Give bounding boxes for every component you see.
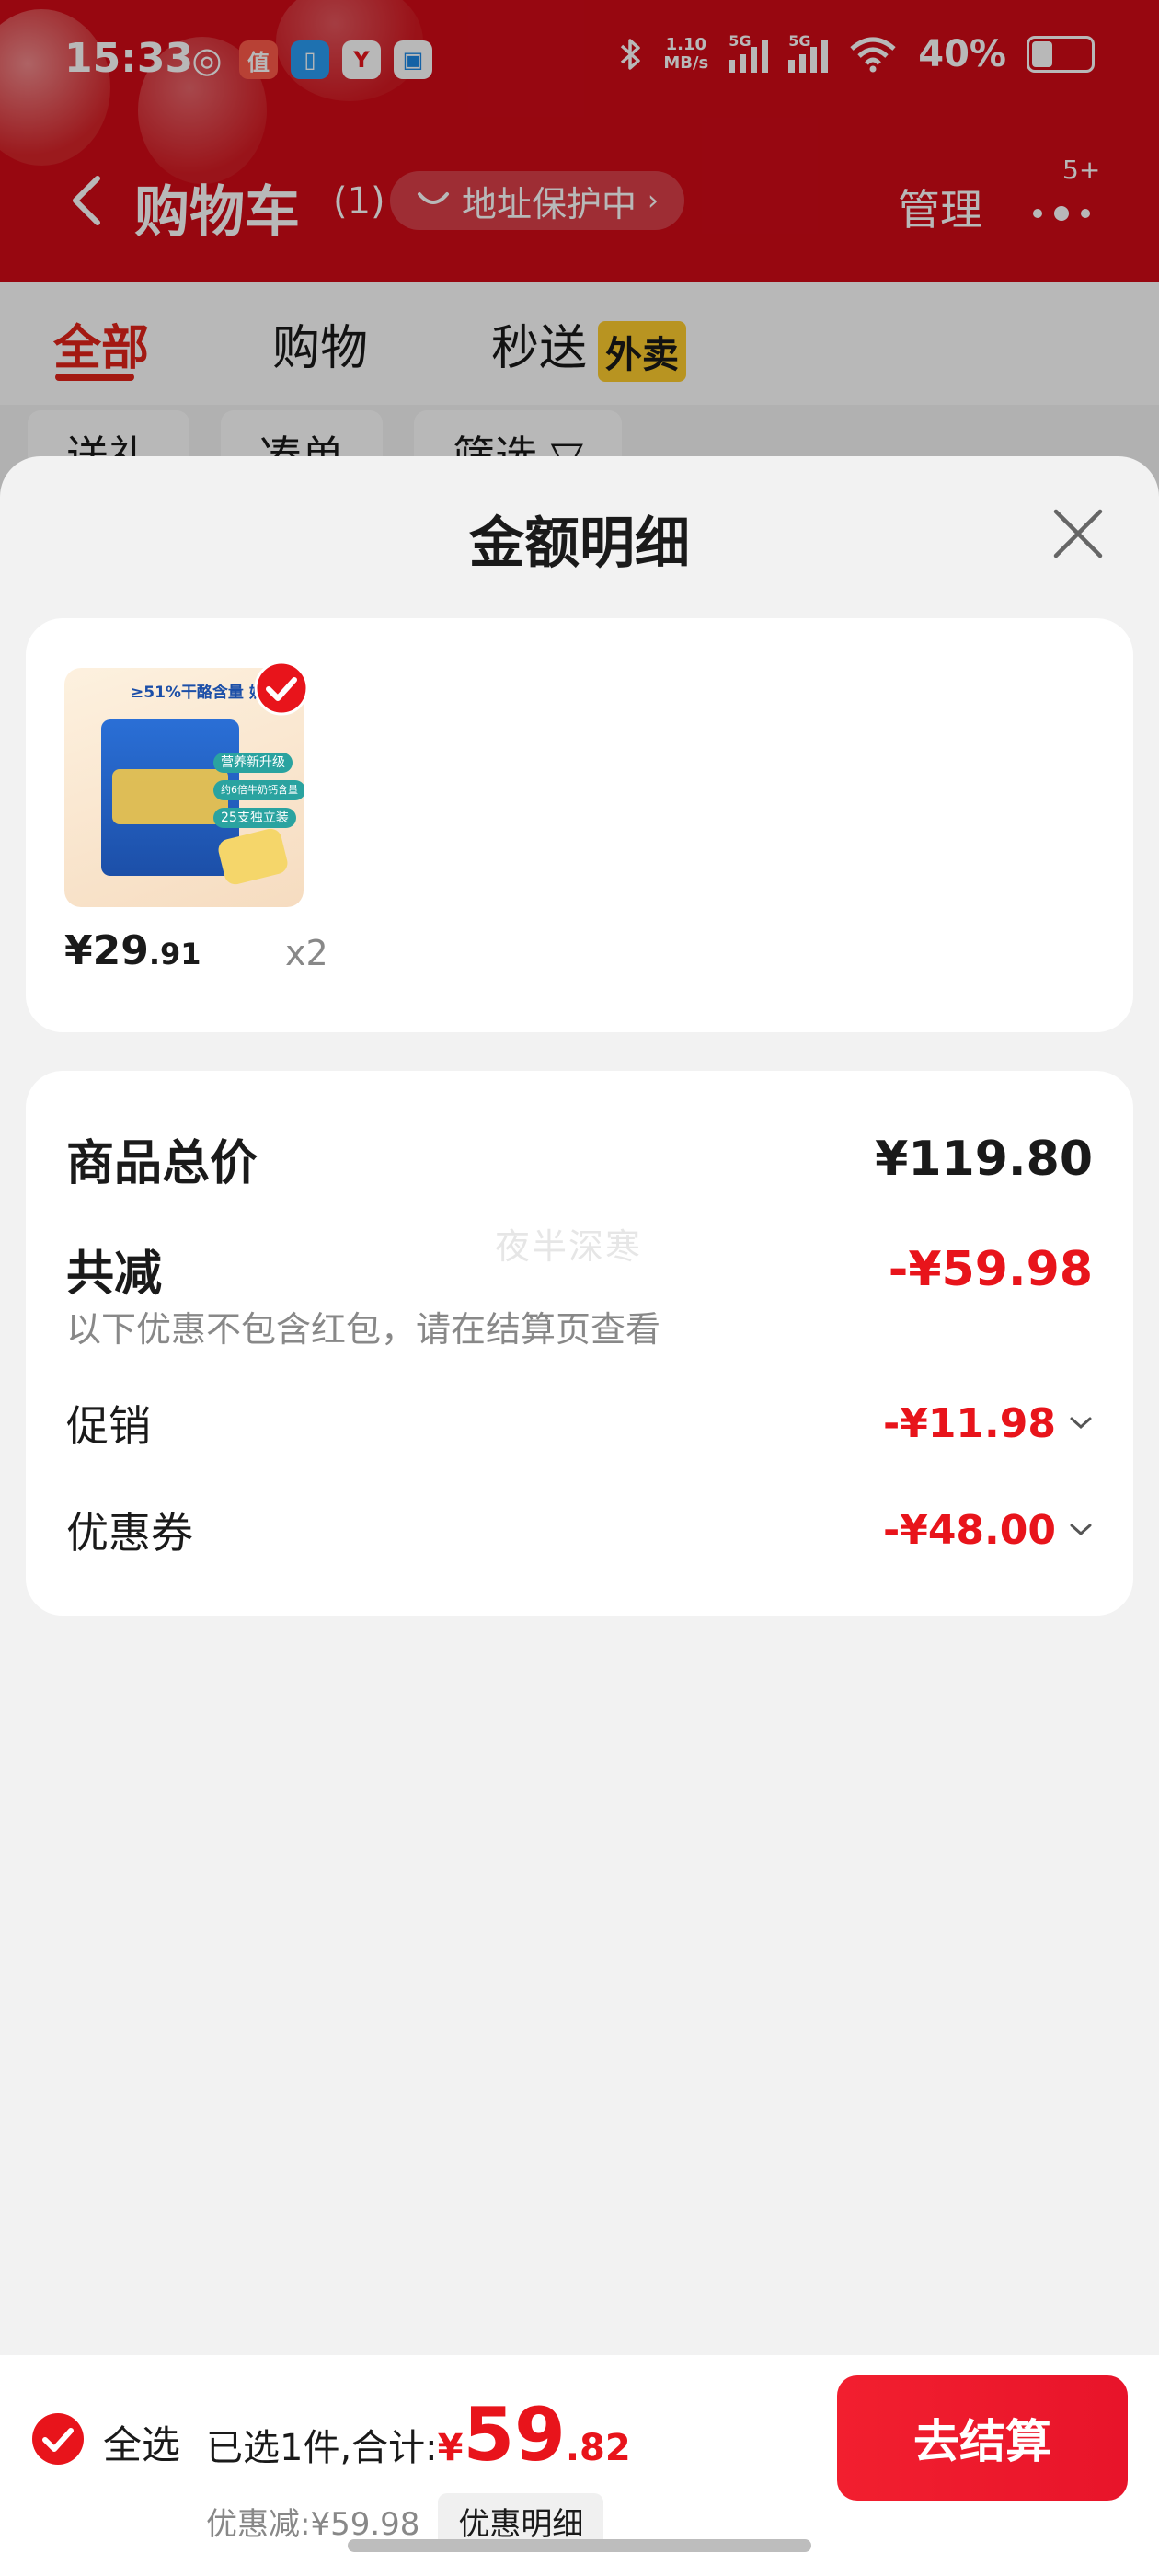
product-image-tag: 25支独立装 — [213, 808, 296, 828]
coupon-value: -¥48.00 — [882, 1506, 1056, 1554]
chevron-down-icon — [1070, 1524, 1092, 1536]
selected-total-line: 已选1件,合计:¥59.82 — [206, 2398, 631, 2472]
coupon-value-group: -¥48.00 — [883, 1507, 1093, 1554]
promotion-value-group: -¥11.98 — [883, 1400, 1093, 1447]
product-image-tag: 约6倍牛奶钙含量 — [213, 780, 304, 800]
product-image-tag: 营养新升级 — [213, 753, 293, 773]
reduce-value: -¥59.98 — [888, 1241, 1093, 1297]
sheet-title: 金额明细 — [469, 512, 690, 576]
checkout-button[interactable]: 去结算 — [837, 2375, 1128, 2501]
selected-count-text: 已选1件,合计: — [206, 2427, 438, 2469]
coupon-row[interactable]: 优惠券 -¥48.00 — [66, 1500, 1093, 1560]
discount-text: 优惠减:¥59.98 — [206, 2506, 420, 2543]
total-value: ¥119.80 — [875, 1131, 1093, 1187]
home-indicator[interactable] — [348, 2539, 811, 2552]
promotion-value: -¥11.98 — [882, 1399, 1056, 1447]
product-card: ≥51%干酪含量 奶酪配方 营养新升级 约6倍牛奶钙含量 25支独立装 ¥29.… — [26, 618, 1133, 1032]
modal-overlay[interactable] — [0, 0, 1159, 515]
total-row: 商品总价 ¥119.80 — [66, 1124, 1093, 1193]
price-detail-sheet: 金额明细 ≥51%干酪含量 奶酪配方 营养新升级 约6倍牛奶钙含量 25支独立装… — [0, 456, 1159, 2576]
background-page: 15:33 ◎ 值 ▯ Y ▣ 1.10 MB/s 5G 5G 40% 购物车 (… — [0, 0, 1159, 515]
selected-check-icon[interactable] — [254, 661, 309, 716]
product-price: ¥29.91 — [64, 927, 201, 974]
reduce-label: 共减 — [66, 1247, 163, 1302]
discount-note: 以下优惠不包含红包，请在结算页查看 — [66, 1309, 661, 1350]
select-all-label[interactable]: 全选 — [103, 2414, 180, 2470]
product-package-band — [112, 769, 228, 824]
total-dec: .82 — [565, 2427, 631, 2469]
close-icon[interactable] — [1049, 504, 1107, 563]
price-summary-card: 商品总价 ¥119.80 夜半深寒 共减 -¥59.98 以下优惠不包含红包，请… — [26, 1071, 1133, 1616]
product-price-int: ¥29 — [64, 927, 149, 974]
product-quantity: x2 — [285, 933, 328, 973]
total-label: 商品总价 — [66, 1136, 258, 1191]
total-int: 59 — [463, 2392, 566, 2478]
chevron-down-icon — [1070, 1417, 1092, 1430]
select-all-check-icon[interactable] — [31, 2412, 85, 2466]
total-yen: ¥ — [437, 2427, 464, 2469]
coupon-label: 优惠券 — [66, 1508, 193, 1558]
reduce-row: 共减 -¥59.98 — [66, 1235, 1093, 1304]
product-price-dec: .91 — [148, 937, 201, 972]
promotion-row[interactable]: 促销 -¥11.98 — [66, 1393, 1093, 1454]
promotion-label: 促销 — [66, 1401, 151, 1451]
